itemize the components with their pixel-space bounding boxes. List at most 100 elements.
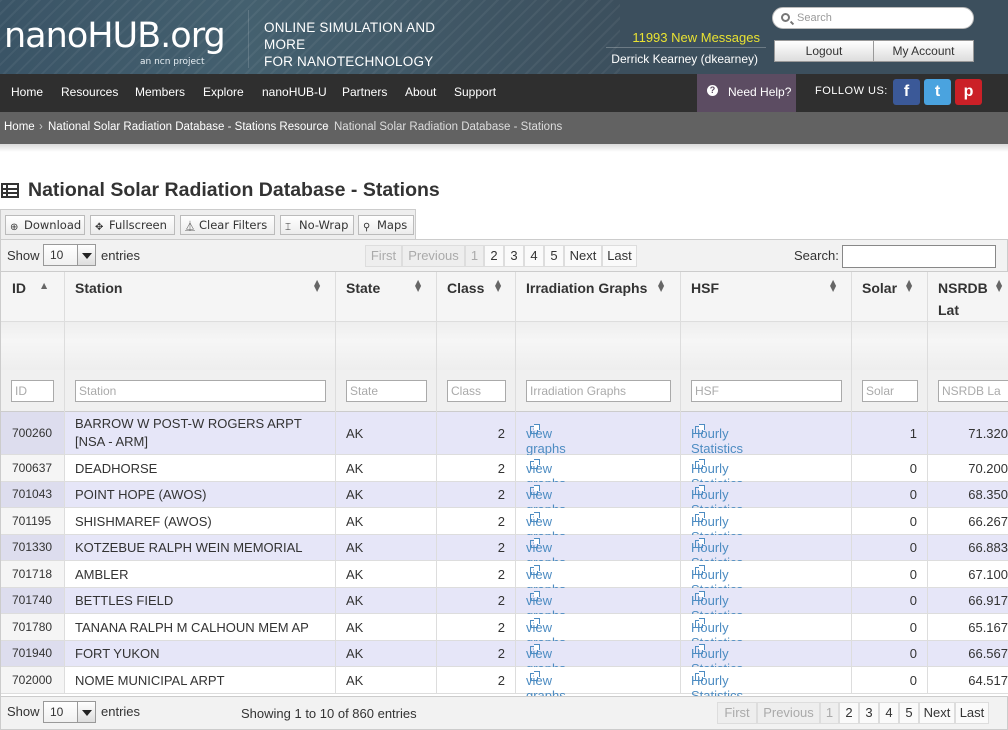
cell-class: 2: [437, 535, 516, 560]
chevron-down-icon: [77, 245, 95, 265]
download-button[interactable]: ⊕ Download: [5, 215, 85, 235]
cell-solar: 0: [852, 455, 928, 481]
page-first[interactable]: First: [717, 702, 757, 724]
station-lat: 66.917: [968, 593, 1008, 608]
page-previous[interactable]: Previous: [757, 702, 820, 724]
cell-hsf: Hourly Statistics File: [681, 482, 852, 532]
site-search-input[interactable]: Search: [772, 7, 974, 29]
need-help-button[interactable]: ? Need Help?: [697, 74, 796, 112]
page-3[interactable]: 3: [504, 245, 524, 267]
nav-item-nanohub-u[interactable]: nanoHUB-U: [262, 85, 327, 99]
station-state: AK: [346, 487, 364, 502]
page-4[interactable]: 4: [879, 702, 899, 724]
cell-class: 2: [437, 482, 516, 507]
page-previous[interactable]: Previous: [402, 245, 465, 267]
sort-icon: ▲ ▼: [906, 278, 913, 293]
filter-state-input[interactable]: State: [346, 380, 427, 402]
messages-link[interactable]: 11993 New Messages: [632, 30, 760, 45]
help-icon: ?: [707, 85, 718, 96]
external-link-icon: [530, 538, 540, 548]
cell-state: AK: [336, 588, 437, 613]
cell-station: AMBLER: [65, 561, 336, 587]
breadcrumb-resource[interactable]: National Solar Radiation Database - Stat…: [48, 121, 329, 133]
external-link-icon: [530, 671, 540, 681]
page-last[interactable]: Last: [955, 702, 989, 724]
page-2[interactable]: 2: [839, 702, 859, 724]
cell-state: AK: [336, 508, 437, 534]
station-class: 2: [497, 426, 505, 441]
external-link-icon: [530, 644, 540, 654]
page-5[interactable]: 5: [899, 702, 919, 724]
cell-solar: 1: [852, 412, 928, 454]
my-account-button[interactable]: My Account: [873, 40, 974, 62]
cell-graphs: view graphs: [516, 412, 681, 456]
nav-item-about[interactable]: About: [405, 85, 436, 99]
page-next[interactable]: Next: [919, 702, 955, 724]
station-name: BETTLES FIELD: [75, 593, 174, 608]
cell-class: 2: [437, 455, 516, 481]
station-name: BARROW W POST-W ROGERS ARPT: [75, 416, 302, 431]
filter-nsrdb-lat-input[interactable]: NSRDB La: [938, 380, 1008, 402]
pinterest-icon[interactable]: p: [955, 79, 982, 105]
filter-hsf-input[interactable]: HSF: [691, 380, 842, 402]
page-1[interactable]: 1: [820, 702, 839, 724]
cell-solar: 0: [852, 614, 928, 640]
cell-graphs: view graphs: [516, 588, 681, 623]
twitter-icon[interactable]: t: [924, 79, 951, 105]
filter-class-input[interactable]: Class: [447, 380, 506, 402]
site-logo[interactable]: nanoHUB.org: [4, 16, 226, 56]
filter-solar-input[interactable]: Solar: [862, 380, 918, 402]
maps-button[interactable]: ⚲ Maps: [358, 215, 414, 235]
logout-button[interactable]: Logout: [774, 40, 874, 62]
sort-icon: ▲ ▼: [658, 278, 665, 293]
table-search-input[interactable]: [842, 245, 996, 268]
table-row: 702000 NOME MUNICIPAL ARPT AK 2 view graphs H…: [1, 667, 1008, 696]
cell-id: 701195: [1, 508, 65, 534]
nav-item-resources[interactable]: Resources: [61, 85, 118, 99]
page-4[interactable]: 4: [524, 245, 544, 267]
station-solar: 1: [909, 426, 917, 441]
filter-graphs-input[interactable]: Irradiation Graphs: [526, 380, 671, 402]
breadcrumb: Home › National Solar Radiation Database…: [0, 112, 1008, 144]
cell-lat: 66.883: [928, 535, 1008, 560]
facebook-icon[interactable]: f: [893, 79, 920, 105]
nav-item-partners[interactable]: Partners: [342, 85, 387, 99]
fullscreen-button[interactable]: ✥ Fullscreen: [90, 215, 175, 235]
station-lat: 66.883: [968, 540, 1008, 555]
show-label: Show: [7, 248, 40, 263]
sort-icon: ▲ ▼: [996, 278, 1003, 293]
nav-item-explore[interactable]: Explore: [203, 85, 244, 99]
breadcrumb-home[interactable]: Home: [4, 121, 35, 133]
sort-icon: ▲ ▼: [415, 278, 422, 293]
filter-id-input[interactable]: ID: [11, 380, 54, 402]
page-length-select[interactable]: 10: [43, 244, 96, 266]
external-link-icon: [695, 565, 705, 575]
cell-station: TANANA RALPH M CALHOUN MEM AP: [65, 614, 336, 640]
station-class: 2: [497, 593, 505, 608]
station-class: 2: [497, 673, 505, 688]
page-1[interactable]: 1: [465, 245, 484, 267]
cell-graphs: view graphs: [516, 614, 681, 650]
fullscreen-label: Fullscreen: [109, 218, 167, 232]
table-row: 701740 BETTLES FIELD AK 2 view graphsHourly …: [1, 588, 1008, 638]
page-5[interactable]: 5: [544, 245, 564, 267]
page-3[interactable]: 3: [859, 702, 879, 724]
page-2[interactable]: 2: [484, 245, 504, 267]
cell-solar: 0: [852, 561, 928, 587]
clear-filters-button[interactable]: ⏅ Clear Filters: [180, 215, 275, 235]
tagline-line-2: FOR NANOTECHNOLOGY: [264, 54, 434, 69]
nav-item-members[interactable]: Members: [135, 85, 185, 99]
map-pin-icon: ⚲: [363, 222, 371, 233]
page-last[interactable]: Last: [602, 245, 637, 267]
nowrap-button[interactable]: ⌶ No-Wrap: [280, 215, 354, 235]
table-row: 700637 DEADHORSE AK 2 view graphsHourly Stat…: [1, 455, 1008, 506]
page-next[interactable]: Next: [564, 245, 602, 267]
user-name[interactable]: Derrick Kearney (dkearney): [611, 52, 758, 66]
page-first[interactable]: First: [365, 245, 402, 267]
nav-item-support[interactable]: Support: [454, 85, 496, 99]
nav-item-home[interactable]: Home: [11, 85, 43, 99]
need-help-label: Need Help?: [728, 85, 792, 99]
filter-station-input[interactable]: Station: [75, 380, 326, 402]
page-length-select-bottom[interactable]: 10: [43, 701, 96, 723]
station-class: 2: [497, 567, 505, 582]
